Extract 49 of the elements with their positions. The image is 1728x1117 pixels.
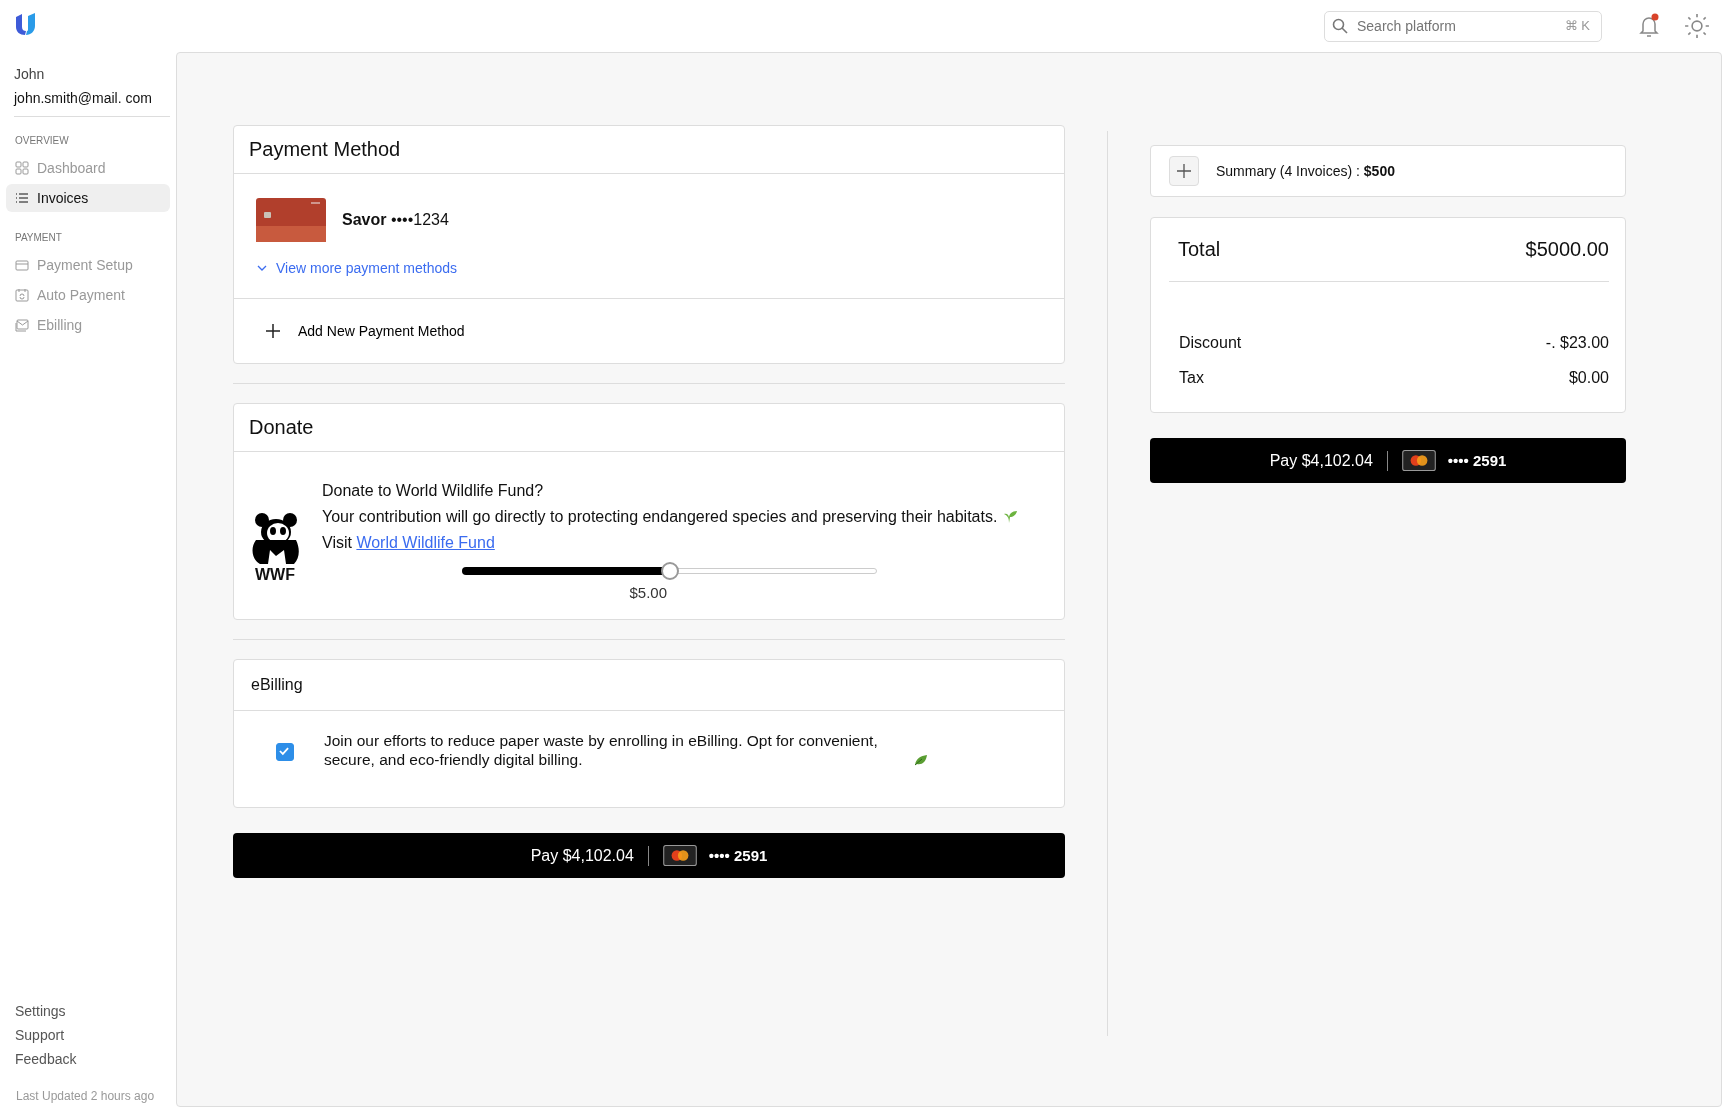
nav-section-title: OVERVIEW xyxy=(15,135,70,146)
shortcut-hint: ⌘ K xyxy=(1564,17,1590,33)
logo-icon xyxy=(14,12,38,36)
mastercard-icon xyxy=(1401,450,1436,471)
nav-section-title: PAYMENT xyxy=(15,232,63,243)
line-item-value: -. $23.00 xyxy=(1545,334,1609,352)
footer-link[interactable]: Settings xyxy=(15,1003,176,1019)
mail-icon xyxy=(15,318,29,332)
pay-button[interactable]: Pay $4,102.04 •••• 2591 xyxy=(1150,438,1626,483)
calendar-icon xyxy=(15,288,29,302)
card-name: Savor ••••1234 xyxy=(342,211,449,229)
visit-text: Visit xyxy=(322,534,352,551)
view-more-link[interactable]: View more payment methods xyxy=(256,260,458,276)
search-icon xyxy=(1332,17,1348,34)
footer-link[interactable]: Support xyxy=(15,1027,176,1043)
footer-link[interactable]: Feedback xyxy=(15,1051,176,1067)
card-title: eBilling xyxy=(234,660,1064,711)
user-email: john.smith@mail. com xyxy=(14,90,153,106)
donation-slider[interactable] xyxy=(462,562,877,580)
total-value: $5000.00 xyxy=(1525,238,1609,261)
slider-thumb[interactable] xyxy=(660,562,679,580)
ebilling-checkbox[interactable] xyxy=(276,743,294,761)
ebilling-text: Join our efforts to reduce paper waste by enrolling in eBilling. Opt for convenient, secure, and eco-friendly digital billing. xyxy=(324,731,879,769)
card-title: Donate xyxy=(234,404,1064,452)
notification-bell-icon[interactable] xyxy=(1636,13,1662,39)
donate-question: Donate to World Wildlife Fund? xyxy=(322,482,545,500)
add-payment-method-button[interactable]: Add New Payment Method xyxy=(234,299,1064,363)
wwf-logo-text: WWF xyxy=(255,566,295,584)
line-item-label: Tax xyxy=(1179,369,1204,387)
donation-amount: $5.00 xyxy=(629,584,668,601)
expand-plus-icon[interactable] xyxy=(1169,156,1199,186)
plus-icon xyxy=(266,324,280,338)
donate-description: Your contribution will go directly to protecting endangered species and preserving their habitats. xyxy=(322,508,998,525)
card-title: Payment Method xyxy=(234,126,1064,174)
last-updated: Last Updated 2 hours ago xyxy=(16,1089,156,1103)
summary-text: Summary (4 Invoices) : $500 xyxy=(1216,163,1395,179)
nav-item[interactable]: Invoices xyxy=(6,184,170,212)
mastercard-icon xyxy=(662,845,697,866)
total-label: Total xyxy=(1178,238,1221,261)
line-item-label: Discount xyxy=(1179,334,1242,352)
list-icon xyxy=(15,191,29,205)
wwf-link[interactable]: World Wildlife Fund xyxy=(356,534,495,551)
line-item-value: $0.00 xyxy=(1568,369,1609,387)
panda-logo-icon xyxy=(250,510,300,566)
user-name: John xyxy=(14,66,46,82)
pay-button[interactable]: Pay $4,102.04 •••• 2591 xyxy=(233,833,1065,878)
grid-icon xyxy=(15,161,29,175)
theme-sun-icon[interactable] xyxy=(1684,13,1710,39)
credit-card-icon xyxy=(15,258,29,272)
